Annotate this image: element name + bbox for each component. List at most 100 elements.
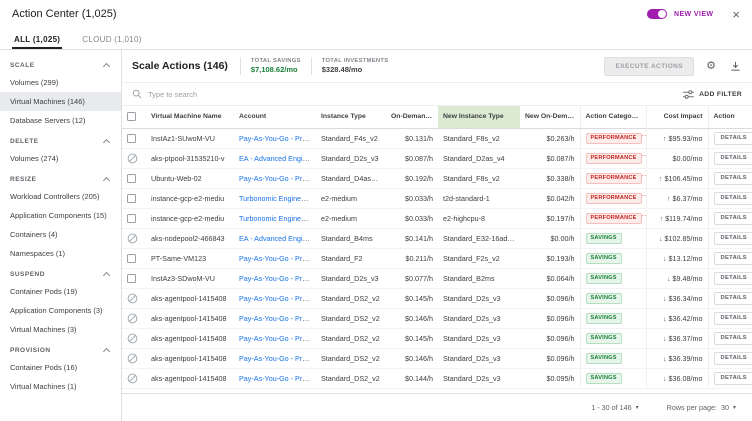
execute-actions-button[interactable]: EXECUTE ACTIONS: [604, 56, 694, 76]
table-row[interactable]: aks-agentpool-1415408 Pay-As-You-Go - Pro…: [122, 368, 752, 389]
row-select-cell: [122, 248, 146, 269]
column-header-on-demand-cost[interactable]: On-Demand Cost: [386, 106, 438, 129]
rows-per-page-selector[interactable]: Rows per page: 30 ▾: [667, 403, 736, 412]
sidebar-item-volumes-274[interactable]: Volumes (274): [0, 149, 121, 168]
new-on-demand-cost-cell: $0.096/h: [520, 348, 580, 369]
table-row[interactable]: aks-agentpool-1415408 Pay-As-You-Go - Pro…: [122, 328, 752, 349]
account-link[interactable]: Pay-As-You-Go - Produ: [239, 294, 314, 303]
table-row[interactable]: Ubuntu-Web-02 Pay-As-You-Go - Produ Standa…: [122, 168, 752, 189]
table-row[interactable]: instance-gcp-e2-mediu Turbonomic Engineer…: [122, 188, 752, 209]
sidebar-item-virtual-machines-3[interactable]: Virtual Machines (3): [0, 320, 121, 339]
table-row[interactable]: aks-agentpool-1415408 Pay-As-You-Go - Pro…: [122, 308, 752, 329]
sidebar-group-scale[interactable]: SCALE: [0, 54, 121, 73]
details-button[interactable]: DETAILS: [713, 231, 752, 245]
tab-all[interactable]: ALL (1,025): [12, 31, 63, 49]
column-header-new-instance-type[interactable]: New Instance Type: [438, 106, 520, 129]
account-link[interactable]: Turbonomic Engineering: [239, 194, 316, 203]
column-header-action-category[interactable]: Action Category ↑: [579, 106, 646, 129]
row-checkbox[interactable]: [127, 253, 136, 263]
details-button[interactable]: DETAILS: [713, 151, 752, 165]
column-header-account[interactable]: Account: [234, 106, 316, 129]
table-row[interactable]: InstAz1-SUwoM-VU Pay-As-You-Go - Produ Sta…: [122, 128, 752, 149]
page-range-selector[interactable]: 1 - 30 of 146 ▾: [591, 403, 638, 412]
category-badge: SAVINGS: [585, 372, 622, 385]
table-row[interactable]: aks-nodepool2-466843 EA - Advanced Engine…: [122, 228, 752, 249]
stat-total-savings: TOTAL SAVINGS $7,108.62/mo: [239, 57, 311, 75]
download-icon[interactable]: [728, 59, 742, 73]
account-link[interactable]: Turbonomic Engineering: [239, 214, 316, 223]
not-executable-icon: [127, 313, 138, 323]
actions-table: Virtual Machine Name Account Instance Type…: [122, 106, 752, 389]
details-button[interactable]: DETAILS: [713, 371, 752, 385]
sidebar-item-volumes-299[interactable]: Volumes (299): [0, 73, 121, 92]
table-row[interactable]: instance-gcp-e2-mediu Turbonomic Engineer…: [122, 208, 752, 229]
sidebar-item-application-components-3[interactable]: Application Components (3): [0, 301, 121, 320]
row-checkbox[interactable]: [127, 193, 136, 203]
account-link[interactable]: Pay-As-You-Go - Produ: [239, 334, 314, 343]
table-row[interactable]: aks-agentpool-1415408 Pay-As-You-Go - Pro…: [122, 348, 752, 369]
instance-type-cell: Standard_D2s_v3: [316, 148, 386, 169]
details-button[interactable]: DETAILS: [713, 131, 752, 145]
row-select-cell: [122, 188, 146, 209]
details-button[interactable]: DETAILS: [713, 191, 752, 205]
select-all-checkbox[interactable]: [127, 112, 136, 122]
account-link[interactable]: Pay-As-You-Go - Produ: [239, 374, 314, 383]
account-link[interactable]: Pay-As-You-Go - Produ: [239, 354, 314, 363]
column-header-new-on-demand-cost[interactable]: New On-Demand Cost: [520, 106, 580, 129]
sidebar-group-suspend[interactable]: SUSPEND: [0, 263, 121, 282]
sidebar-item-container-pods-16[interactable]: Container Pods (16): [0, 358, 121, 377]
column-header-virtual-machine-name[interactable]: Virtual Machine Name: [146, 106, 234, 129]
row-checkbox[interactable]: [127, 173, 136, 183]
tab-cloud[interactable]: CLOUD (1,010): [80, 31, 143, 49]
sidebar-item-virtual-machines-1[interactable]: Virtual Machines (1): [0, 377, 121, 396]
sidebar-item-containers-4[interactable]: Containers (4): [0, 225, 121, 244]
sidebar-group-delete[interactable]: DELETE: [0, 130, 121, 149]
gear-icon[interactable]: ⚙: [704, 59, 718, 73]
column-header-cost-impact[interactable]: Cost Impact: [645, 106, 708, 129]
chevron-up-icon: [102, 62, 111, 71]
sidebar-item-database-servers-12[interactable]: Database Servers (12): [0, 111, 121, 130]
new-view-toggle[interactable]: [647, 9, 668, 19]
column-header-instance-type[interactable]: Instance Type: [316, 106, 386, 129]
details-button[interactable]: DETAILS: [713, 171, 752, 185]
details-button[interactable]: DETAILS: [713, 211, 752, 225]
rows-per-page-value: 30: [720, 403, 729, 412]
account-link[interactable]: Pay-As-You-Go - Produ: [239, 134, 314, 143]
sidebar-item-workload-controllers-205[interactable]: Workload Controllers (205): [0, 187, 121, 206]
table-row[interactable]: InstAz3-SDwoM-VU Pay-As-You-Go - Produ Sta…: [122, 268, 752, 289]
table-row[interactable]: PT-Same-VM123 Pay-As-You-Go - Produ Standa…: [122, 248, 752, 269]
table-row[interactable]: aks-ptpool-31535210-v EA - Advanced Engin…: [122, 148, 752, 169]
details-button[interactable]: DETAILS: [713, 311, 752, 325]
row-checkbox[interactable]: [127, 213, 136, 223]
table-row[interactable]: aks-agentpool-1415408 Pay-As-You-Go - Pro…: [122, 288, 752, 309]
sidebar-item-container-pods-19[interactable]: Container Pods (19): [0, 282, 121, 301]
account-link[interactable]: EA - Advanced Enginee: [239, 154, 315, 163]
details-button[interactable]: DETAILS: [713, 251, 752, 265]
search-input[interactable]: [148, 89, 368, 99]
on-demand-cost-cell: $0.144/h: [386, 368, 438, 389]
row-checkbox[interactable]: [127, 133, 136, 143]
sidebar-item-virtual-machines-146[interactable]: Virtual Machines (146): [0, 92, 121, 111]
details-button[interactable]: DETAILS: [713, 271, 752, 285]
column-label: On-Demand Cost: [391, 113, 438, 121]
details-button[interactable]: DETAILS: [713, 331, 752, 345]
account-link[interactable]: Pay-As-You-Go - Produ: [239, 174, 314, 183]
add-filter-button[interactable]: ADD FILTER: [683, 89, 742, 99]
account-link[interactable]: Pay-As-You-Go - Produ: [239, 274, 314, 283]
account-link[interactable]: EA - Advanced Enginee: [239, 234, 315, 243]
details-button[interactable]: DETAILS: [713, 351, 752, 365]
sidebar-item-namespaces-1[interactable]: Namespaces (1): [0, 244, 121, 263]
action-cell: DETAILS: [707, 248, 752, 269]
sidebar-group-provision[interactable]: PROVISION: [0, 339, 121, 358]
row-checkbox[interactable]: [127, 273, 136, 283]
action-cell: DETAILS: [707, 148, 752, 169]
column-header-action[interactable]: Action: [707, 106, 752, 129]
close-icon[interactable]: ×: [732, 8, 740, 21]
account-cell: Pay-As-You-Go - Produ: [234, 128, 316, 149]
details-button[interactable]: DETAILS: [713, 291, 752, 305]
account-link[interactable]: Pay-As-You-Go - Produ: [239, 254, 314, 263]
arrow-down-icon: ↓: [662, 253, 667, 263]
account-link[interactable]: Pay-As-You-Go - Produ: [239, 314, 314, 323]
sidebar-item-application-components-15[interactable]: Application Components (15): [0, 206, 121, 225]
sidebar-group-resize[interactable]: RESIZE: [0, 168, 121, 187]
